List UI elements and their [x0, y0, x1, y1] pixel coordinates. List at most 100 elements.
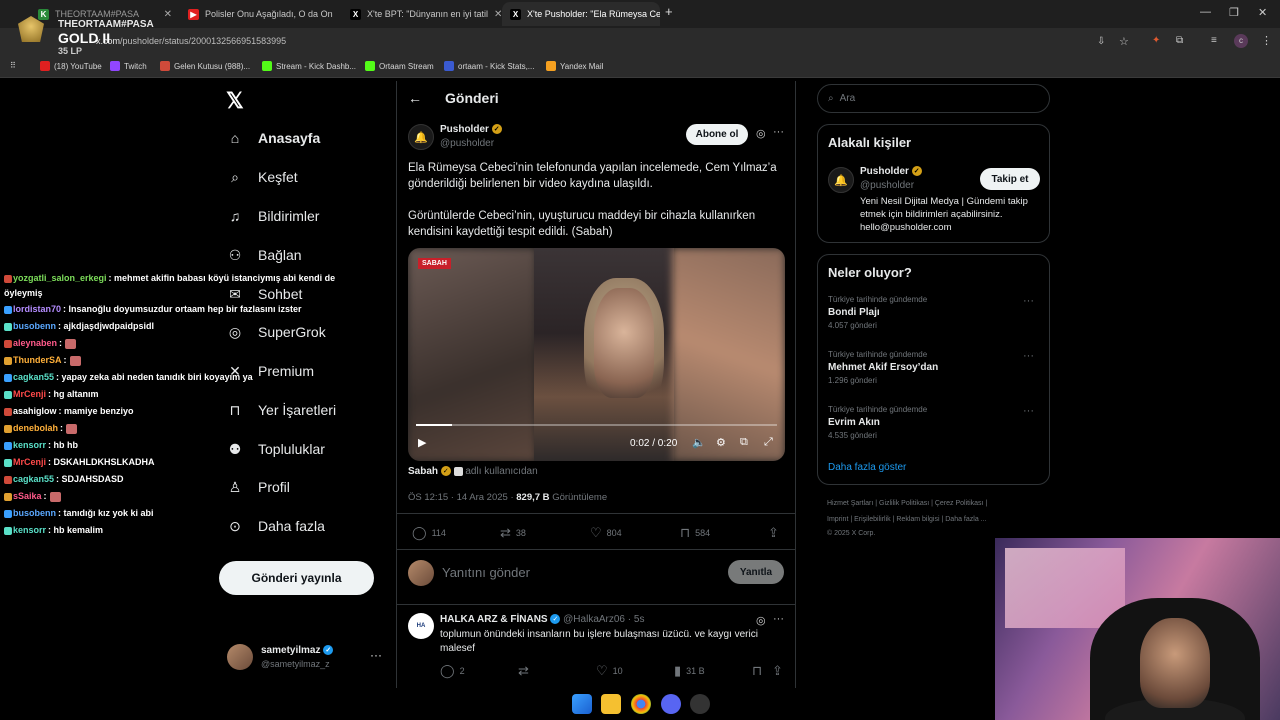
reply-reply-action[interactable]: ◯ 2 — [440, 663, 465, 679]
install-icon[interactable]: ⇩ — [1097, 36, 1105, 47]
video-player[interactable]: SABAH ▶ 0:02 / 0:20 🔈 ⚙ ⧉ ⤢ — [408, 248, 785, 461]
footer-links-2[interactable]: Imprint | Erişilebilirlik | Reklam bilgi… — [827, 516, 987, 523]
source-name[interactable]: Sabah — [408, 466, 438, 477]
repost-action[interactable]: ⇄ 38 — [500, 525, 526, 541]
bookmark-star-icon[interactable]: ☆ — [1119, 35, 1129, 48]
chat-text: : yapay zeka abi neden tanıdık biri koya… — [56, 372, 253, 382]
bookmark-action[interactable]: ⊓ 584 — [680, 525, 710, 541]
tab-3[interactable]: X X'te BPT: "Dünyanın en iyi tatil ✕ — [342, 2, 502, 26]
reply-author-handle[interactable]: @HalkaArz06 · 5s — [563, 614, 644, 625]
close-icon[interactable]: ✕ — [164, 9, 172, 20]
menu-icon[interactable]: ⋮ — [1261, 34, 1272, 47]
more-icon[interactable]: ··· — [1023, 295, 1034, 307]
more-icon[interactable]: ··· — [1023, 405, 1034, 417]
chrome-icon[interactable] — [631, 694, 651, 714]
close-window-icon[interactable]: ✕ — [1258, 6, 1267, 19]
post-time[interactable]: ÖS 12:15 · 14 Ara 2025 · — [408, 492, 514, 503]
chat-badge-icon — [4, 441, 12, 450]
extension-icon[interactable]: ✦ — [1152, 35, 1160, 46]
more-icon[interactable]: ··· — [773, 613, 784, 625]
bookmark-youtube[interactable]: (18) YouTube — [40, 61, 102, 71]
more-icon[interactable]: ··· — [1023, 350, 1034, 362]
subscribe-button[interactable]: Abone ol — [686, 124, 748, 145]
back-arrow-icon[interactable]: ← — [408, 90, 422, 106]
chat-text: : mamiye benziyo — [58, 406, 134, 416]
related-avatar[interactable]: 🔔 — [828, 167, 854, 193]
footer-links-1[interactable]: Hizmet Şartları | Gizlilik Politikası | … — [827, 500, 987, 507]
reply-button[interactable]: Yanıtla — [728, 560, 784, 584]
tab-4-active[interactable]: X X'te Pusholder: "Ela Rümeysa Ce ✕ — [502, 2, 660, 26]
reply-share-action[interactable]: ⇪ — [772, 663, 783, 679]
nav-more[interactable]: ⊙ Daha fazla — [226, 511, 386, 541]
close-icon[interactable]: ✕ — [339, 9, 340, 20]
related-name[interactable]: Pusholder — [860, 166, 909, 177]
grok-icon[interactable]: ◎ — [756, 614, 766, 627]
minimize-icon[interactable]: — — [1200, 6, 1211, 18]
nav-connect[interactable]: ⚇ Bağlan — [226, 240, 386, 270]
trend-item[interactable]: Türkiye tarihinde gündemde Evrim Akın 4.… — [828, 405, 1038, 440]
obs-icon[interactable] — [690, 694, 710, 714]
author-name[interactable]: Pusholder — [440, 124, 489, 135]
page-title: Gönderi — [445, 90, 499, 106]
restore-icon[interactable]: ❐ — [1229, 6, 1239, 19]
related-handle[interactable]: @pusholder — [860, 180, 914, 191]
reply-action[interactable]: ◯ 114 — [412, 525, 446, 541]
divider — [397, 513, 795, 514]
x-logo-icon[interactable]: 𝕏 — [226, 88, 244, 114]
volume-icon[interactable]: 🔈 — [692, 436, 706, 449]
reply-author-name[interactable]: HALKA ARZ & FİNANS — [440, 614, 548, 625]
reply-bookmark-action[interactable]: ⊓ — [752, 663, 762, 679]
play-icon[interactable]: ▶ — [418, 436, 426, 449]
chat-message: MrCenji: hg altanım — [4, 389, 99, 399]
file-explorer-icon[interactable] — [601, 694, 621, 714]
puzzle-icon[interactable]: ⧉ — [1176, 35, 1183, 46]
more-icon[interactable]: ··· — [370, 648, 382, 662]
post-button[interactable]: Gönderi yayınla — [219, 561, 374, 595]
video-progress-bar[interactable] — [416, 424, 777, 426]
discord-icon[interactable] — [661, 694, 681, 714]
bookmark-inbox[interactable]: Gelen Kutusu (988)... — [160, 61, 250, 71]
nav-bookmarks[interactable]: ⊓ Yer İşaretleri — [226, 395, 386, 425]
account-switcher[interactable]: sametyilmaz ✓ @sametyilmaz_z ··· — [227, 644, 387, 674]
nav-supergrok[interactable]: ◎ SuperGrok — [226, 317, 386, 347]
settings-icon[interactable]: ⚙ — [716, 436, 726, 449]
nav-communities[interactable]: ⚉ Topluluklar — [226, 434, 386, 464]
webcam-streamer — [1140, 618, 1210, 708]
close-icon[interactable]: ✕ — [494, 9, 502, 20]
like-action[interactable]: ♡ 804 — [590, 525, 622, 541]
reply-views-action[interactable]: ▮ 31 B — [674, 663, 705, 679]
search-icon: ⌕ — [231, 168, 239, 185]
tab-2[interactable]: ▶ Polisler Onu Aşağıladı, O da On ✕ — [180, 2, 340, 26]
reply-input[interactable]: Yanıtını gönder — [442, 565, 530, 580]
bookmark-kick-stats[interactable]: ortaam - Kick Stats,... — [444, 61, 534, 71]
author-handle[interactable]: @pusholder — [440, 138, 494, 149]
bookmark-twitch[interactable]: Twitch — [110, 61, 147, 71]
reply-like-action[interactable]: ♡ 10 — [596, 663, 623, 679]
search-input[interactable]: ⌕ Ara — [817, 84, 1050, 113]
bookmark-ortaam-stream[interactable]: Ortaam Stream — [365, 61, 434, 71]
reply-author-avatar[interactable]: HA — [408, 613, 434, 639]
follow-button[interactable]: Takip et — [980, 168, 1040, 190]
apps-icon[interactable]: ⠿ — [10, 61, 16, 70]
windows-start-icon[interactable] — [572, 694, 592, 714]
pip-icon[interactable]: ⧉ — [740, 436, 748, 449]
nav-profile[interactable]: ♙ Profil — [226, 472, 386, 502]
more-icon[interactable]: ··· — [773, 126, 784, 138]
nav-notifications[interactable]: ♫ Bildirimler — [226, 201, 386, 231]
show-more-link[interactable]: Daha fazla göster — [828, 462, 906, 473]
trend-item[interactable]: Türkiye tarihinde gündemde Bondi Plajı 4… — [828, 295, 1038, 330]
author-avatar[interactable]: 🔔 — [408, 124, 434, 150]
nav-explore[interactable]: ⌕ Keşfet — [226, 162, 386, 192]
bookmark-yandex-mail[interactable]: Yandex Mail — [546, 61, 603, 71]
new-tab-button[interactable]: + — [665, 4, 673, 19]
reply-repost-action[interactable]: ⇄ — [518, 663, 529, 679]
trend-item[interactable]: Türkiye tarihinde gündemde Mehmet Akif E… — [828, 350, 1038, 385]
fullscreen-icon[interactable]: ⤢ — [764, 436, 773, 449]
share-action[interactable]: ⇪ — [768, 525, 779, 541]
profile-icon[interactable]: c — [1234, 34, 1248, 48]
nav-home[interactable]: ⌂ Anasayfa — [226, 123, 386, 153]
chat-text: : ajkdjaşdjwdpaidpsidl — [58, 321, 155, 331]
bookmark-kick-dashboard[interactable]: Stream - Kick Dashb... — [262, 61, 356, 71]
grok-icon[interactable]: ◎ — [756, 127, 766, 140]
media-icon[interactable]: ≡ — [1211, 35, 1217, 46]
